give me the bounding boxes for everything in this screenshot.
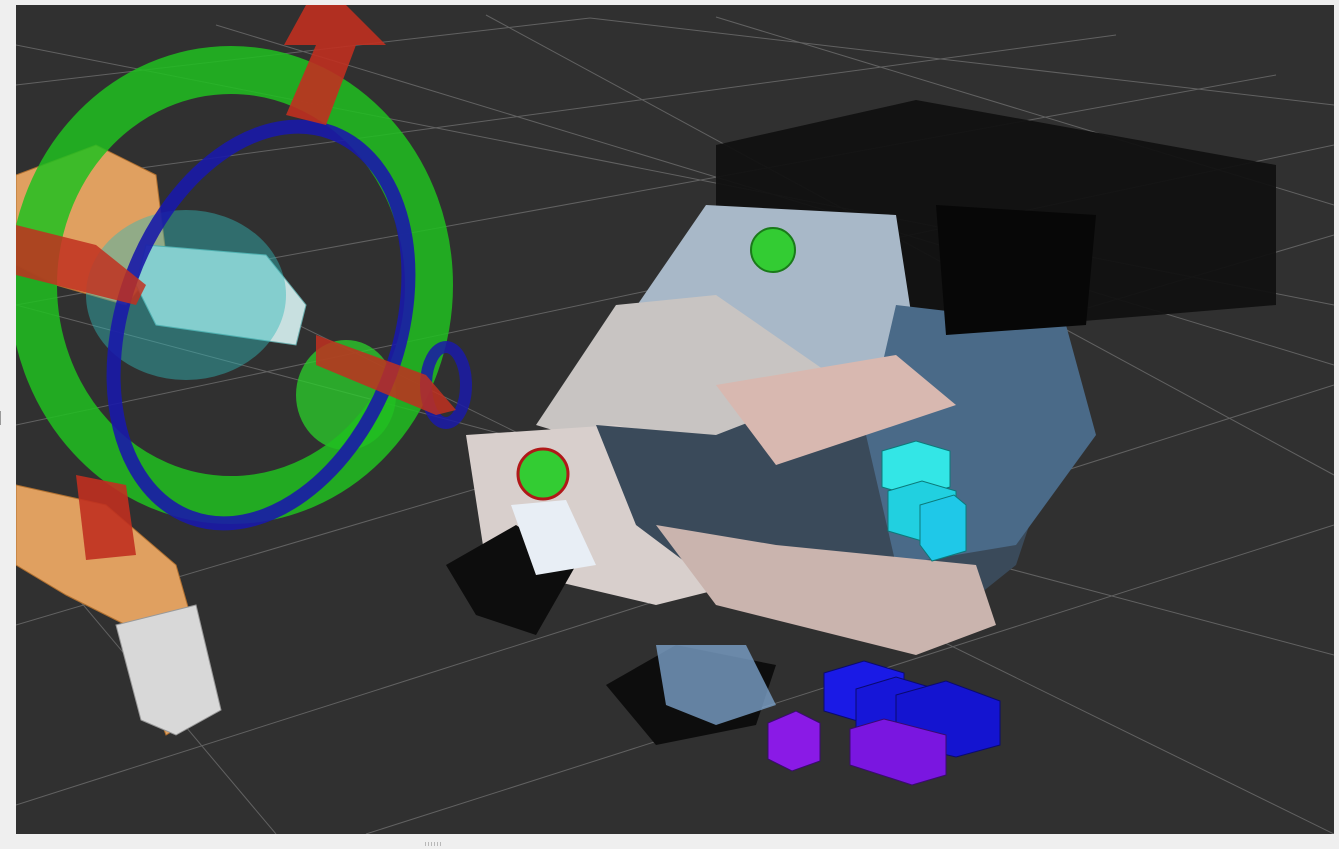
resize-grip[interactable] [425,842,441,846]
tool-flange [115,604,222,736]
panel-splitter-handle[interactable] [0,411,5,425]
goal-sphere-upper[interactable] [750,227,796,273]
point-cloud [446,100,1276,745]
3d-render-viewport[interactable] [16,5,1334,834]
scene-canvas[interactable] [16,5,1334,834]
application-frame [0,0,1339,849]
goal-sphere-lower[interactable] [516,447,570,501]
